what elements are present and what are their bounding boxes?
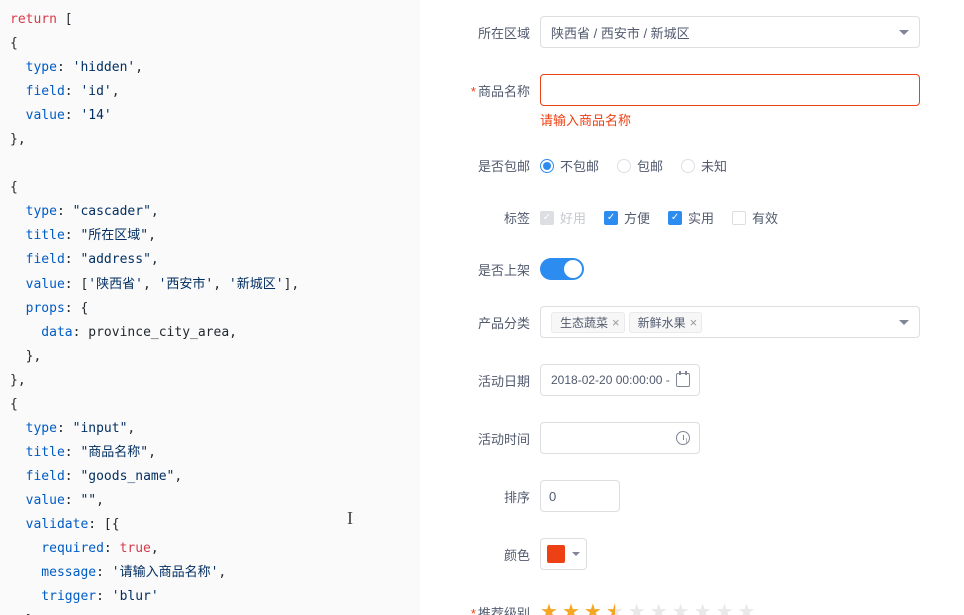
category-tag-1: 新鲜水果× [629, 312, 703, 333]
checkbox-icon [668, 211, 682, 225]
category-tag-0: 生态蔬菜× [551, 312, 625, 333]
chevron-down-icon [572, 552, 580, 556]
star-icon[interactable]: ★ [694, 602, 712, 615]
goods-name-label: *商品名称 [440, 74, 540, 100]
form-preview: 所在区域 陕西省 / 西安市 / 新城区 *商品名称 请输入商品名称 是否包邮 … [420, 0, 964, 615]
close-icon[interactable]: × [690, 315, 698, 330]
activity-date-value: 2018-02-20 00:00:00 - [551, 373, 670, 387]
activity-time-label: 活动时间 [440, 422, 540, 448]
star-icon[interactable]: ★ [628, 602, 646, 615]
tag-cb-2[interactable]: 实用 [668, 208, 714, 227]
postage-radio-group: 不包邮 包邮 未知 [540, 149, 944, 175]
star-icon[interactable]: ★ [584, 602, 602, 615]
sort-label: 排序 [440, 480, 540, 506]
activity-date-picker[interactable]: 2018-02-20 00:00:00 - [540, 364, 700, 396]
calendar-icon [676, 373, 690, 387]
postage-label: 是否包邮 [440, 149, 540, 175]
star-icon[interactable]: ★ [562, 602, 580, 615]
tags-checkbox-group: 好用 方便 实用 有效 [540, 201, 944, 227]
star-icon[interactable]: ★ [540, 602, 558, 615]
clock-icon [676, 431, 690, 445]
region-value: 陕西省 / 西安市 / 新城区 [551, 23, 690, 42]
tag-cb-3[interactable]: 有效 [732, 208, 778, 227]
goods-name-input[interactable] [540, 74, 920, 106]
tag-cb-1[interactable]: 方便 [604, 208, 650, 227]
goods-name-error: 请输入商品名称 [540, 110, 944, 129]
star-icon[interactable]: ★ [737, 602, 755, 615]
category-select[interactable]: 生态蔬菜× 新鲜水果× [540, 306, 920, 338]
color-swatch-icon [547, 545, 565, 563]
star-icon[interactable]: ★ [672, 602, 690, 615]
radio-icon [540, 159, 554, 173]
tags-label: 标签 [440, 201, 540, 227]
radio-icon [617, 159, 631, 173]
activity-time-picker[interactable] [540, 422, 700, 454]
onshelf-switch[interactable] [540, 258, 584, 280]
checkbox-icon [604, 211, 618, 225]
star-icon[interactable]: ★ [650, 602, 668, 615]
postage-radio-unknown[interactable]: 未知 [681, 156, 727, 175]
onshelf-label: 是否上架 [440, 253, 540, 279]
star-icon[interactable]: ★ [606, 602, 624, 615]
checkbox-icon [732, 211, 746, 225]
postage-radio-no[interactable]: 不包邮 [540, 156, 599, 175]
region-label: 所在区域 [440, 16, 540, 42]
radio-icon [681, 159, 695, 173]
star-icon[interactable]: ★ [716, 602, 734, 615]
region-cascader[interactable]: 陕西省 / 西安市 / 新城区 [540, 16, 920, 48]
tag-cb-0: 好用 [540, 208, 586, 227]
color-label: 颜色 [440, 538, 540, 564]
checkbox-icon [540, 211, 554, 225]
activity-date-label: 活动日期 [440, 364, 540, 390]
code-editor[interactable]: return [ { type: 'hidden', field: 'id', … [0, 0, 420, 615]
sort-input[interactable] [540, 480, 620, 512]
rating-label: *推荐级别 [440, 596, 540, 615]
color-picker[interactable] [540, 538, 587, 570]
rating-stars[interactable]: ★ ★ ★ ★ ★ ★ ★ ★ ★ ★ [540, 596, 944, 615]
close-icon[interactable]: × [612, 315, 620, 330]
postage-radio-yes[interactable]: 包邮 [617, 156, 663, 175]
category-label: 产品分类 [440, 306, 540, 332]
